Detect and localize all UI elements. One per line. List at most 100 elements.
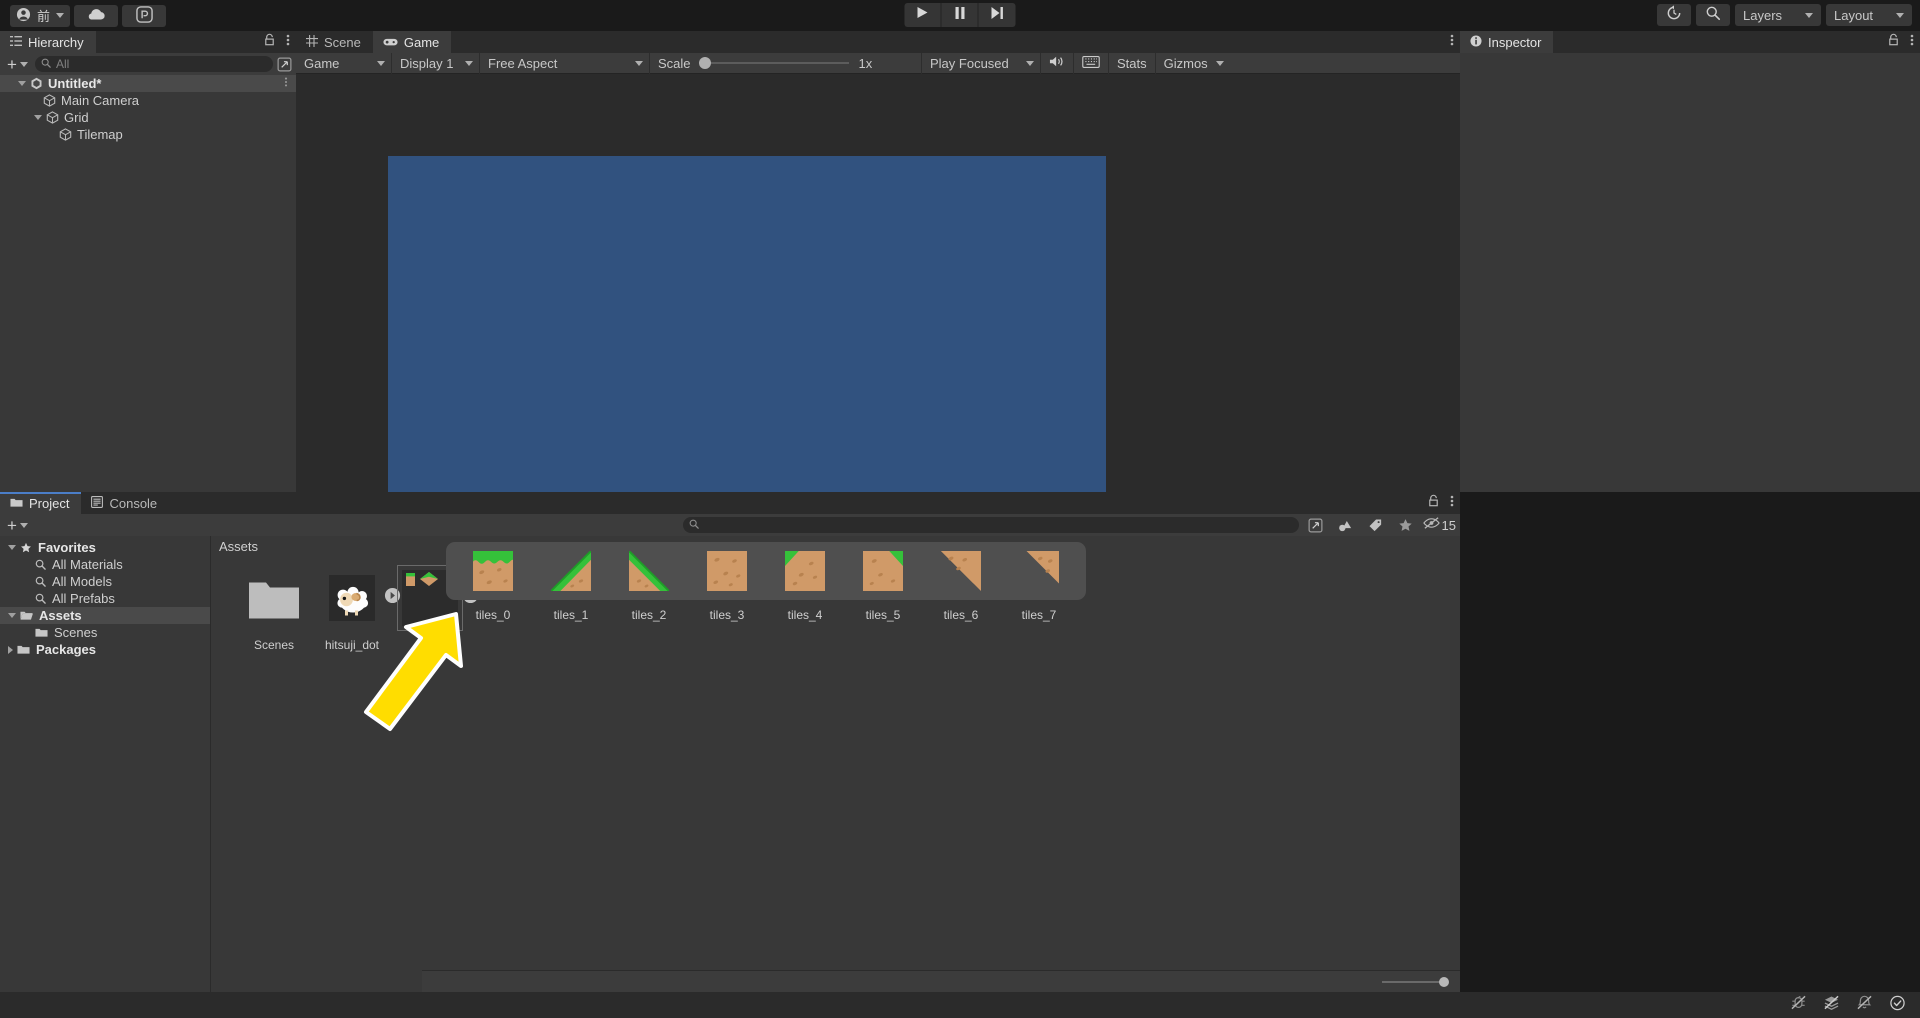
layout-dropdown[interactable]: Layout bbox=[1826, 4, 1912, 26]
kebab-menu-icon[interactable] bbox=[1450, 33, 1454, 52]
kebab-menu-icon[interactable] bbox=[284, 76, 288, 91]
mute-audio-button[interactable] bbox=[1041, 53, 1074, 74]
project-footer bbox=[422, 970, 1460, 992]
project-tabrow: Project Console bbox=[0, 492, 1460, 514]
project-search-input[interactable] bbox=[683, 517, 1299, 533]
expand-arrow-icon[interactable] bbox=[18, 81, 26, 86]
hierarchy-row[interactable]: Tilemap bbox=[0, 126, 296, 143]
hierarchy-row[interactable]: Untitled* bbox=[0, 75, 296, 92]
project-tree-row[interactable]: All Prefabs bbox=[0, 590, 210, 607]
search-icon bbox=[35, 559, 46, 570]
hierarchy-row[interactable]: Main Camera bbox=[0, 92, 296, 109]
thumbnail-size-handle[interactable] bbox=[1439, 977, 1449, 987]
display-dropdown[interactable]: Display 1 bbox=[392, 53, 480, 74]
status-bar bbox=[0, 992, 1920, 1018]
scale-slider[interactable] bbox=[701, 62, 849, 64]
subasset-item[interactable]: tiles_7 bbox=[1000, 550, 1078, 592]
lock-icon[interactable] bbox=[1887, 33, 1900, 51]
asset-item[interactable]: Scenes bbox=[235, 566, 313, 652]
subasset-item[interactable]: tiles_5 bbox=[844, 550, 922, 592]
aspect-dropdown[interactable]: Free Aspect bbox=[480, 53, 650, 74]
gameview-tabrow: Scene Game bbox=[296, 31, 1460, 53]
hierarchy-row[interactable]: Grid bbox=[0, 109, 296, 126]
chevron-down-icon bbox=[1805, 13, 1813, 18]
project-tree-row[interactable]: All Models bbox=[0, 573, 210, 590]
hierarchy-row-label: Main Camera bbox=[61, 93, 139, 108]
expand-arrow-icon[interactable] bbox=[34, 115, 42, 120]
kebab-menu-icon[interactable] bbox=[1910, 33, 1914, 52]
project-tree-row[interactable]: Scenes bbox=[0, 624, 210, 641]
services-button[interactable] bbox=[122, 5, 166, 27]
project-body: FavoritesAll MaterialsAll ModelsAll Pref… bbox=[0, 536, 1460, 992]
scale-slider-handle[interactable] bbox=[699, 57, 711, 69]
kebab-menu-icon[interactable] bbox=[1450, 494, 1454, 513]
tab-project[interactable]: Project bbox=[0, 492, 81, 514]
hierarchy-tabrow-right bbox=[263, 31, 290, 53]
chevron-down-icon bbox=[1216, 61, 1224, 66]
project-tree-row[interactable]: All Materials bbox=[0, 556, 210, 573]
subasset-strip: tiles_0tiles_1tiles_2tiles_3tiles_4tiles… bbox=[446, 542, 1086, 600]
playback-controls bbox=[905, 3, 1016, 27]
account-button[interactable]: 前 bbox=[10, 5, 70, 27]
gizmos-dropdown[interactable] bbox=[1212, 53, 1232, 74]
project-tree-row[interactable]: Assets bbox=[0, 607, 210, 624]
project-add-button[interactable]: + bbox=[4, 519, 31, 532]
layers-dropdown[interactable]: Layers bbox=[1735, 4, 1821, 26]
tab-hierarchy[interactable]: Hierarchy bbox=[0, 31, 96, 53]
hidden-items-indicator[interactable]: 15 bbox=[1423, 515, 1456, 535]
subasset-thumbnail bbox=[862, 550, 904, 592]
gizmos-button[interactable]: Gizmos bbox=[1156, 53, 1212, 74]
lock-icon[interactable] bbox=[263, 33, 276, 51]
asset-item[interactable]: hitsuji_dot bbox=[313, 566, 391, 652]
project-tree-row[interactable]: Favorites bbox=[0, 539, 210, 556]
expand-arrow-icon[interactable] bbox=[8, 545, 16, 550]
cloud-button[interactable] bbox=[74, 5, 118, 27]
subasset-item[interactable]: tiles_0 bbox=[454, 550, 532, 592]
search-by-label-icon[interactable] bbox=[1363, 515, 1389, 535]
play-button[interactable] bbox=[905, 3, 942, 27]
subasset-label: tiles_5 bbox=[866, 608, 901, 622]
expand-arrow-icon[interactable] bbox=[8, 613, 16, 618]
tab-console[interactable]: Console bbox=[81, 492, 169, 514]
subasset-item[interactable]: tiles_1 bbox=[532, 550, 610, 592]
search-by-type-icon[interactable] bbox=[1333, 515, 1359, 535]
project-tree-row[interactable]: Packages bbox=[0, 641, 210, 658]
bug-disabled-icon[interactable] bbox=[1790, 995, 1807, 1015]
play-mode-dropdown[interactable]: Play Focused bbox=[922, 53, 1041, 74]
subasset-item[interactable]: tiles_6 bbox=[922, 550, 1000, 592]
favorite-star-icon[interactable] bbox=[1393, 515, 1419, 535]
game-target-dropdown[interactable]: Game bbox=[296, 53, 392, 74]
undo-history-button[interactable] bbox=[1657, 4, 1691, 26]
tab-inspector[interactable]: Inspector bbox=[1460, 31, 1553, 53]
stats-button[interactable]: Stats bbox=[1109, 53, 1156, 74]
lock-icon[interactable] bbox=[1427, 494, 1440, 512]
chevron-down-icon bbox=[377, 61, 385, 66]
unity-scene-icon bbox=[30, 77, 43, 90]
subasset-item[interactable]: tiles_4 bbox=[766, 550, 844, 592]
tab-scene[interactable]: Scene bbox=[296, 31, 373, 53]
check-circle-icon[interactable] bbox=[1889, 995, 1906, 1016]
asset-thumbnail bbox=[320, 566, 384, 630]
subasset-thumbnail bbox=[550, 550, 592, 592]
notification-disabled-icon[interactable] bbox=[1856, 995, 1873, 1015]
toolbar-right-group: Layers Layout bbox=[1657, 4, 1912, 26]
layers-disabled-icon[interactable] bbox=[1823, 995, 1840, 1015]
expand-arrow-icon[interactable] bbox=[8, 646, 13, 654]
hierarchy-add-button[interactable]: + bbox=[4, 58, 31, 71]
kebab-menu-icon[interactable] bbox=[286, 33, 290, 52]
subasset-item[interactable]: tiles_2 bbox=[610, 550, 688, 592]
step-button[interactable] bbox=[979, 3, 1016, 27]
scale-value: 1x bbox=[859, 56, 873, 71]
scale-slider-group[interactable]: Scale 1x bbox=[650, 53, 922, 74]
subasset-label: tiles_2 bbox=[632, 608, 667, 622]
hierarchy-search-expand-icon[interactable] bbox=[277, 57, 292, 72]
pause-button[interactable] bbox=[942, 3, 979, 27]
project-search-expand-icon[interactable] bbox=[1303, 515, 1329, 535]
frame-debug-button[interactable] bbox=[1074, 53, 1109, 74]
subasset-item[interactable]: tiles_3 bbox=[688, 550, 766, 592]
game-view-canvas[interactable] bbox=[296, 74, 1460, 514]
search-button[interactable] bbox=[1696, 4, 1730, 26]
tab-game[interactable]: Game bbox=[373, 31, 451, 53]
thumbnail-size-slider[interactable] bbox=[1382, 981, 1446, 983]
hierarchy-search-input[interactable]: All bbox=[35, 56, 273, 72]
